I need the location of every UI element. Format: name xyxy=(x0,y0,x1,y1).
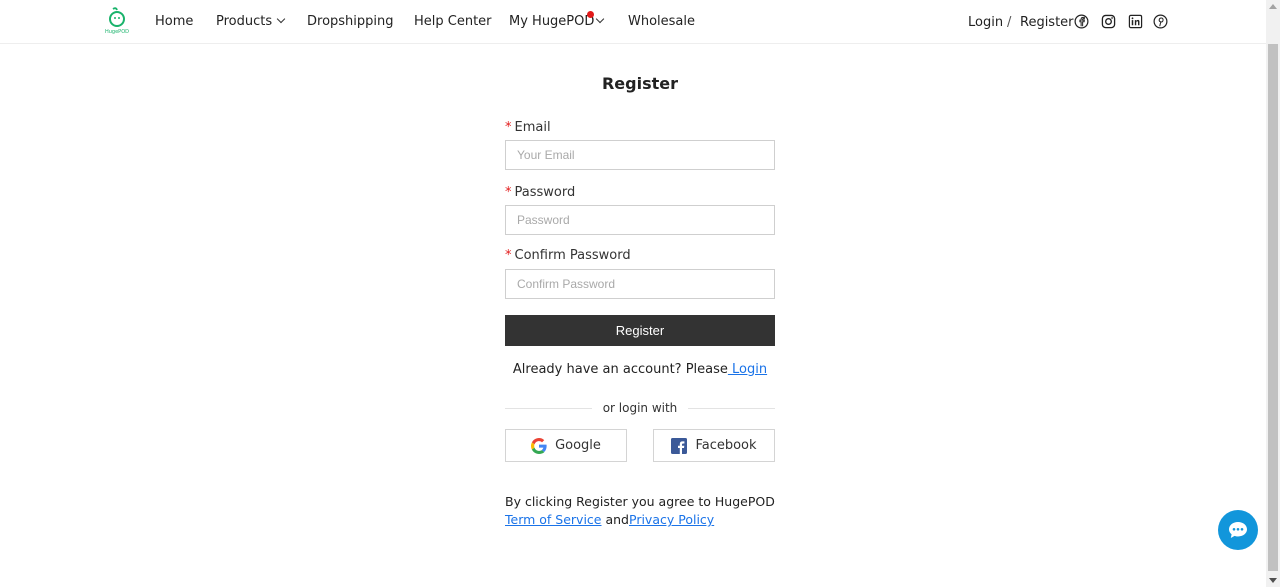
login-link-inline[interactable]: Login xyxy=(728,362,767,377)
facebook-icon xyxy=(671,437,688,454)
google-label: Google xyxy=(555,438,601,453)
terms-of-service-link[interactable]: Term of Service xyxy=(505,512,602,527)
instagram-icon[interactable] xyxy=(1101,14,1116,29)
email-label-text: Email xyxy=(514,120,551,135)
already-account-prompt: Already have an account? Please xyxy=(512,362,728,377)
hugepod-logo[interactable]: HugePOD xyxy=(104,7,130,37)
divider-right xyxy=(688,408,775,409)
confirm-password-field[interactable] xyxy=(505,269,775,299)
email-label: * Email xyxy=(505,120,551,135)
scroll-up-arrow-icon[interactable] xyxy=(1269,4,1277,9)
login-link[interactable]: Login xyxy=(968,15,1003,30)
chevron-down-icon xyxy=(596,14,605,24)
chat-bubble-icon xyxy=(1229,522,1247,538)
and-text: and xyxy=(601,512,629,527)
page-scrollbar[interactable] xyxy=(1266,0,1280,587)
login-register-separator: / xyxy=(1007,15,1012,30)
google-login-button[interactable]: Google xyxy=(505,429,627,462)
nav-products-label: Products xyxy=(216,14,273,29)
required-mark: * xyxy=(505,185,512,200)
nav-my-hugepod-label: My HugePOD xyxy=(509,14,595,29)
nav-products[interactable]: Products xyxy=(216,14,286,29)
facebook-label: Facebook xyxy=(695,438,757,453)
email-field[interactable] xyxy=(505,140,775,170)
register-link[interactable]: Register xyxy=(1020,15,1074,30)
page-title: Register xyxy=(601,74,679,93)
terms-notice: By clicking Register you agree to HugePO… xyxy=(505,493,805,529)
already-account-text: Already have an account? Please Login xyxy=(505,362,775,377)
google-icon xyxy=(531,437,547,454)
linkedin-icon[interactable] xyxy=(1128,14,1143,29)
facebook-icon[interactable] xyxy=(1074,14,1089,29)
facebook-login-button[interactable]: Facebook xyxy=(653,429,775,462)
register-button[interactable]: Register xyxy=(505,315,775,346)
nav-wholesale[interactable]: Wholesale xyxy=(628,14,695,29)
password-label-text: Password xyxy=(514,185,576,200)
privacy-policy-link[interactable]: Privacy Policy xyxy=(629,512,714,527)
required-mark: * xyxy=(505,248,512,263)
pinterest-icon[interactable] xyxy=(1153,14,1168,29)
chevron-down-icon xyxy=(276,14,286,24)
confirm-password-label: * Confirm Password xyxy=(505,248,631,263)
scrollbar-thumb[interactable] xyxy=(1268,44,1278,571)
nav-help-center[interactable]: Help Center xyxy=(414,14,492,29)
password-label: * Password xyxy=(505,185,575,200)
nav-dropshipping[interactable]: Dropshipping xyxy=(307,14,394,29)
logo-icon xyxy=(109,7,125,27)
logo-text: HugePOD xyxy=(105,29,129,35)
top-navigation: HugePOD Home Products Dropshipping Help … xyxy=(0,0,1266,44)
required-mark: * xyxy=(505,120,512,135)
terms-text: By clicking Register you agree to HugePO… xyxy=(505,494,775,509)
scroll-down-arrow-icon[interactable] xyxy=(1269,578,1277,583)
chat-button[interactable] xyxy=(1218,510,1258,550)
nav-home[interactable]: Home xyxy=(155,14,193,29)
notification-dot xyxy=(587,11,594,18)
password-field[interactable] xyxy=(505,205,775,235)
confirm-password-label-text: Confirm Password xyxy=(514,248,631,263)
